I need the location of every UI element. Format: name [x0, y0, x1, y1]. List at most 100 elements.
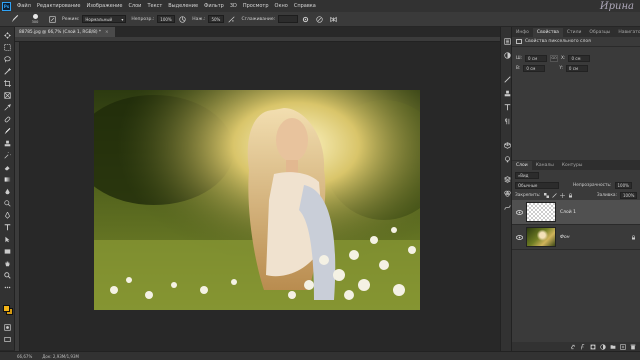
brush-panel-button[interactable]: [503, 75, 511, 83]
3d-panel-button[interactable]: [503, 141, 511, 149]
paths-panel-button[interactable]: [503, 203, 511, 211]
x-field[interactable]: 0 см: [568, 54, 591, 62]
tab-paths[interactable]: Контуры: [558, 161, 587, 170]
clone-source-button[interactable]: [503, 89, 511, 97]
layer-name[interactable]: Фон: [560, 235, 570, 240]
lock-pixels-button[interactable]: [551, 192, 557, 198]
tool-eyedropper[interactable]: [3, 103, 12, 112]
menu-edit[interactable]: Редактирование: [37, 3, 81, 9]
height-field[interactable]: 0 см: [523, 64, 546, 72]
character-panel-button[interactable]: [503, 103, 511, 111]
menu-filter[interactable]: Фильтр: [204, 3, 224, 9]
tool-history-brush[interactable]: [3, 151, 12, 160]
tab-swatches[interactable]: Образцы: [585, 28, 614, 37]
lock-all-button[interactable]: [567, 192, 573, 198]
adjustment-layer-button[interactable]: [599, 343, 606, 350]
layer-filter-select[interactable]: ⌕ Вид: [515, 171, 539, 179]
tool-screen-mode[interactable]: [3, 335, 12, 344]
close-icon[interactable]: ×: [105, 30, 109, 35]
tool-zoom[interactable]: [3, 271, 12, 280]
zoom-level[interactable]: 66,67%: [17, 354, 32, 359]
visibility-toggle[interactable]: [515, 233, 523, 241]
delete-layer-button[interactable]: [629, 343, 636, 350]
ruler-horizontal[interactable]: [15, 37, 500, 42]
tab-info[interactable]: Инфо: [512, 28, 533, 37]
tool-blur[interactable]: [3, 187, 12, 196]
smoothing-options-button[interactable]: [301, 15, 310, 24]
foreground-color-swatch[interactable]: [3, 305, 10, 312]
brush-panel-toggle[interactable]: [48, 15, 57, 24]
tool-frame[interactable]: [3, 91, 12, 100]
paragraph-panel-button[interactable]: [503, 117, 511, 125]
pressure-size-toggle[interactable]: [315, 15, 324, 24]
tool-move[interactable]: [3, 31, 12, 40]
tab-channels[interactable]: Каналы: [532, 161, 558, 170]
layer-row-layer1[interactable]: Слой 1: [512, 200, 640, 225]
width-field[interactable]: 0 см: [525, 54, 548, 62]
tool-shape[interactable]: [3, 247, 12, 256]
layer-opacity-input[interactable]: 100%: [614, 181, 632, 189]
tool-gradient[interactable]: [3, 175, 12, 184]
tab-styles[interactable]: Стили: [563, 28, 586, 37]
lock-transparency-button[interactable]: [543, 192, 549, 198]
menu-type[interactable]: Текст: [147, 3, 162, 9]
opacity-input[interactable]: 100%: [157, 15, 176, 23]
fill-input[interactable]: 100%: [620, 191, 637, 199]
tool-quick-mask[interactable]: [3, 323, 12, 332]
menu-select[interactable]: Выделение: [168, 3, 198, 9]
tool-path-select[interactable]: [3, 235, 12, 244]
photoshop-logo[interactable]: Ps: [2, 1, 11, 11]
add-mask-button[interactable]: [589, 343, 596, 350]
layer-row-background[interactable]: Фон: [512, 225, 640, 250]
menu-file[interactable]: Файл: [17, 3, 31, 9]
tool-eraser[interactable]: [3, 163, 12, 172]
tool-hand[interactable]: [3, 259, 12, 268]
link-layers-button[interactable]: [569, 343, 576, 350]
document-image[interactable]: [94, 90, 420, 310]
menu-layers[interactable]: Слои: [128, 3, 141, 9]
blend-mode-select[interactable]: Обычные: [515, 181, 559, 189]
tab-properties[interactable]: Свойства: [532, 28, 563, 37]
y-field[interactable]: 0 см: [565, 64, 588, 72]
mode-select[interactable]: Нормальный ▾: [82, 15, 127, 23]
tool-quick-select[interactable]: [3, 67, 12, 76]
layer-style-button[interactable]: [579, 343, 586, 350]
flow-input[interactable]: 50%: [208, 15, 225, 23]
adjustments-panel-button[interactable]: [503, 51, 511, 59]
ruler-vertical[interactable]: [15, 42, 20, 351]
new-group-button[interactable]: [609, 343, 616, 350]
tool-healing[interactable]: [3, 115, 12, 124]
tool-clone-stamp[interactable]: [3, 139, 12, 148]
lights-panel-button[interactable]: [503, 155, 511, 163]
tool-pen[interactable]: [3, 211, 12, 220]
document-tab[interactable]: 88785.jpg @ 66,7% (Слой 1, RGB/8) * ×: [15, 27, 115, 37]
tool-more[interactable]: [3, 283, 12, 292]
symmetry-button[interactable]: [329, 15, 338, 24]
layer-name[interactable]: Слой 1: [560, 210, 576, 215]
pressure-opacity-toggle[interactable]: [178, 15, 187, 24]
document-info[interactable]: Док: 2,93М/1,93М: [42, 354, 79, 359]
airbrush-toggle[interactable]: [227, 15, 236, 24]
layers-panel-button[interactable]: [503, 175, 511, 183]
history-panel-button[interactable]: [503, 37, 511, 45]
tool-dodge[interactable]: [3, 199, 12, 208]
menu-3d[interactable]: 3D: [230, 3, 237, 9]
tool-marquee[interactable]: [3, 43, 12, 52]
menu-image[interactable]: Изображение: [86, 3, 122, 9]
tool-preset-picker[interactable]: [8, 14, 22, 25]
tool-lasso[interactable]: [3, 55, 12, 64]
menu-help[interactable]: Справка: [294, 3, 316, 9]
channels-panel-button[interactable]: [503, 189, 511, 197]
visibility-toggle[interactable]: [515, 208, 523, 216]
menu-view[interactable]: Просмотр: [243, 3, 269, 9]
tab-layers[interactable]: Слои: [512, 161, 532, 170]
smoothing-input[interactable]: [278, 15, 299, 23]
menu-window[interactable]: Окно: [275, 3, 288, 9]
link-dimensions-button[interactable]: GO: [550, 54, 559, 62]
new-layer-button[interactable]: [619, 343, 626, 350]
lock-position-button[interactable]: [559, 192, 565, 198]
tool-brush[interactable]: [3, 127, 12, 136]
brush-preset-picker[interactable]: 300: [26, 14, 44, 25]
tool-crop[interactable]: [3, 79, 12, 88]
tab-navigator[interactable]: Навигатор: [614, 28, 640, 37]
